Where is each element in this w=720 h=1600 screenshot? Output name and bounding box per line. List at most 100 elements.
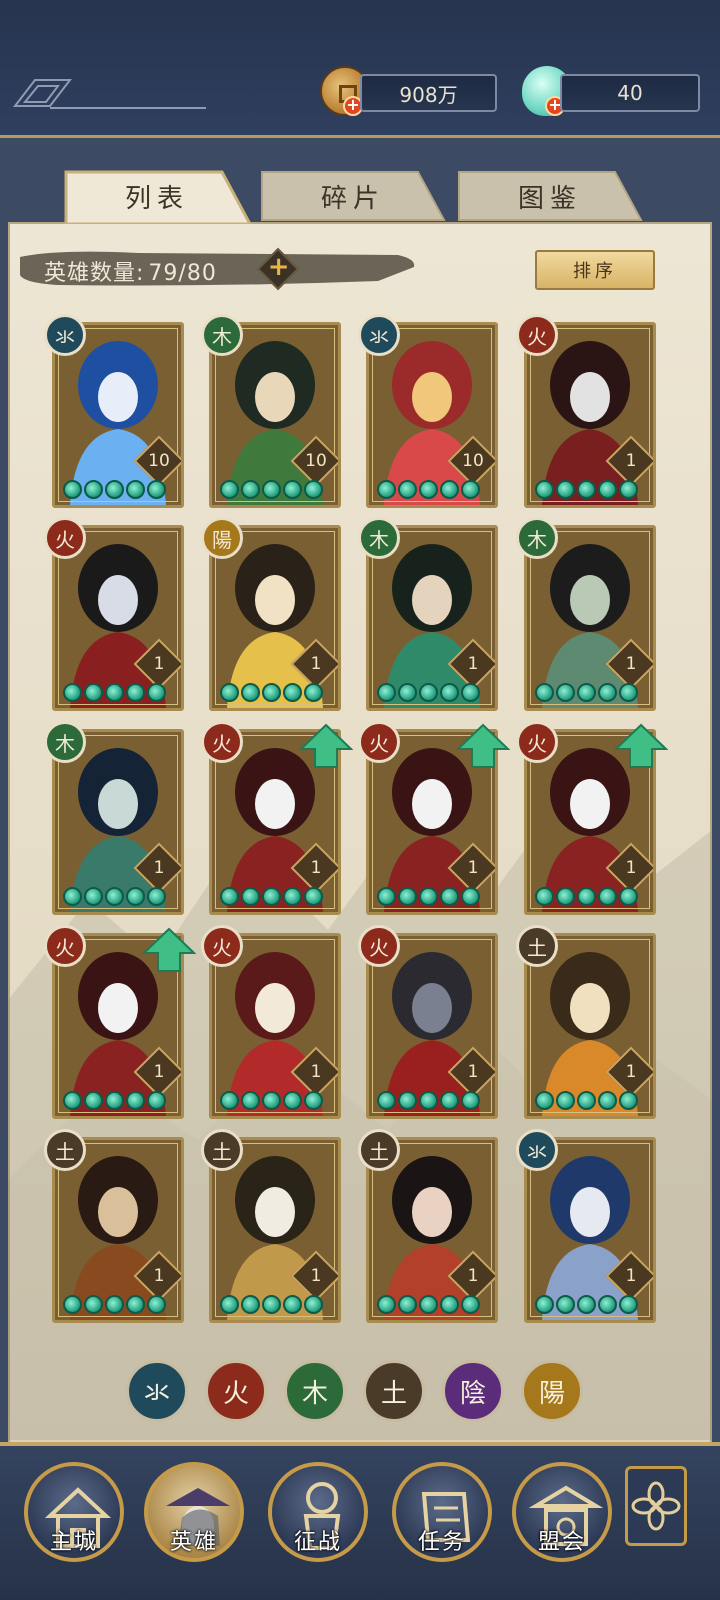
jade-star-icon [84, 887, 103, 906]
star-row [535, 1091, 638, 1110]
jade-star-icon [262, 887, 281, 906]
plus-icon: + [267, 251, 290, 282]
filter-fire-button[interactable]: 火 [205, 1360, 267, 1422]
jade-star-icon [377, 1295, 396, 1314]
jade-star-icon [598, 683, 617, 702]
filter-water-button[interactable]: 氺 [126, 1360, 188, 1422]
jade-star-icon [461, 1091, 480, 1110]
upgrade-arrow-icon [141, 927, 197, 973]
hero-grid: 10 氺 10 木 10 氺 1 火 1 火 1 陽 1 木 1 木 1 木 1 火 1 火 1 火 1 火 1 火 1 火 1 土 1 土 1 土 1… [44, 314, 684, 1334]
jade-star-icon [241, 683, 260, 702]
tab-fragments[interactable]: 碎片 [258, 168, 448, 224]
jade-star-icon [440, 1295, 459, 1314]
jade-star-icon [619, 887, 638, 906]
hero-level: 1 [310, 1062, 322, 1082]
jade-star-icon [304, 683, 323, 702]
jade-star-icon [419, 1091, 438, 1110]
filter-yin-button[interactable]: 陰 [442, 1360, 504, 1422]
jade-star-icon [241, 1091, 260, 1110]
jade-star-icon [398, 480, 417, 499]
tab-codex[interactable]: 图鉴 [455, 168, 645, 224]
jade-star-icon [63, 683, 82, 702]
hero-level: 1 [625, 451, 637, 471]
tab-list-label: 列表 [124, 183, 189, 214]
star-row [535, 683, 638, 702]
jade-star-icon [619, 480, 638, 499]
jade-star-icon [63, 1091, 82, 1110]
star-row [63, 1091, 166, 1110]
hero-level: 1 [153, 1266, 165, 1286]
jade-star-icon [63, 887, 82, 906]
jade-star-icon [126, 887, 145, 906]
element-badge: 火 [44, 517, 86, 559]
element-badge: 火 [201, 721, 243, 763]
element-badge: 火 [516, 314, 558, 356]
element-badge: 土 [358, 1129, 400, 1171]
jade-star-icon [577, 887, 596, 906]
jade-star-icon [419, 887, 438, 906]
jade-star-icon [84, 683, 103, 702]
jade-star-icon [105, 1295, 124, 1314]
jade-star-icon [440, 887, 459, 906]
element-badge: 火 [358, 925, 400, 967]
menu-button[interactable] [625, 1466, 687, 1546]
jade-star-icon [377, 887, 396, 906]
jade-star-icon [461, 887, 480, 906]
star-row [535, 1295, 638, 1314]
jade-star-icon [556, 1091, 575, 1110]
star-row [377, 1295, 480, 1314]
jade-star-icon [398, 1295, 417, 1314]
jade-star-icon [283, 683, 302, 702]
jade-star-icon [577, 1091, 596, 1110]
jade-star-icon [440, 480, 459, 499]
nav-label: 盟会 [537, 1530, 586, 1555]
jade-star-icon [304, 1295, 323, 1314]
element-badge: 火 [44, 925, 86, 967]
element-badge: 土 [516, 925, 558, 967]
jade-star-icon [535, 887, 554, 906]
star-row [63, 683, 166, 702]
hero-level: 1 [467, 1062, 479, 1082]
cloud-pattern-ornament [12, 79, 206, 109]
jade-star-icon [283, 1295, 302, 1314]
jade-star-icon [419, 683, 438, 702]
jade-star-icon [304, 480, 323, 499]
element-badge: 火 [516, 721, 558, 763]
filter-earth-button[interactable]: 土 [363, 1360, 425, 1422]
sort-button[interactable]: 排序 [535, 250, 655, 290]
jade-star-icon [598, 887, 617, 906]
element-badge: 陽 [201, 517, 243, 559]
element-badge: 土 [201, 1129, 243, 1171]
jade-star-icon [126, 480, 145, 499]
hero-level: 10 [148, 451, 170, 471]
jade-star-icon [105, 1091, 124, 1110]
jade-star-icon [241, 1295, 260, 1314]
jade-star-icon [63, 1295, 82, 1314]
star-row [377, 683, 480, 702]
hero-level: 1 [625, 1062, 637, 1082]
jade-star-icon [126, 1091, 145, 1110]
tab-list[interactable]: 列表 [62, 168, 252, 224]
upgrade-arrow-icon [298, 723, 354, 769]
tab-codex-label: 图鉴 [517, 183, 582, 214]
jade-star-icon [147, 1091, 166, 1110]
upgrade-arrow-icon [455, 723, 511, 769]
jade-amount: 40 [617, 81, 643, 105]
element-badge: 氺 [358, 314, 400, 356]
jade-star-icon [283, 480, 302, 499]
jade-star-icon [220, 683, 239, 702]
filter-yang-button[interactable]: 陽 [521, 1360, 583, 1422]
element-badge: 氺 [44, 314, 86, 356]
hero-level: 1 [310, 858, 322, 878]
jade-star-icon [84, 1091, 103, 1110]
jade-star-icon [461, 683, 480, 702]
jade-star-icon [461, 1295, 480, 1314]
hero-level: 1 [625, 654, 637, 674]
jade-star-icon [147, 887, 166, 906]
jade-star-icon [220, 887, 239, 906]
hero-count-value: 79/80 [148, 261, 217, 286]
jade-star-icon [419, 480, 438, 499]
filter-wood-button[interactable]: 木 [284, 1360, 346, 1422]
jade-star-icon [147, 1295, 166, 1314]
jade-star-icon [461, 480, 480, 499]
